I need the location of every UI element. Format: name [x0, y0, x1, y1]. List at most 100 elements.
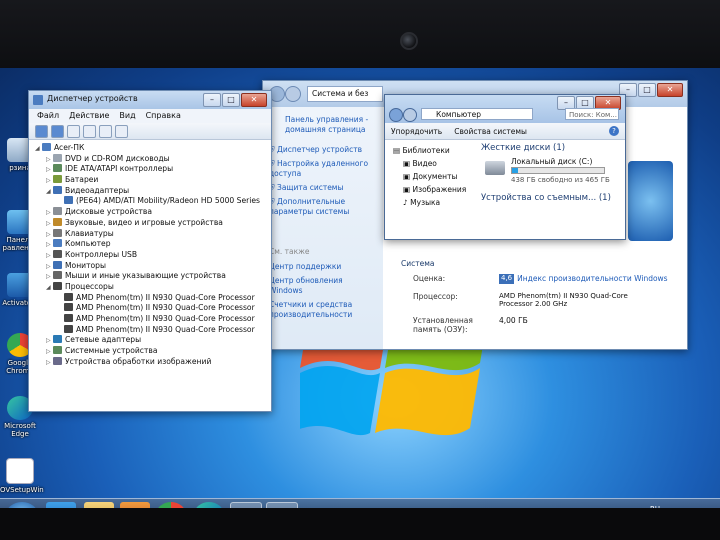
device-tree-row[interactable]: AMD Phenom(tm) II N930 Quad-Core Process…	[35, 314, 267, 325]
cpu-icon	[64, 324, 73, 333]
support-center-link[interactable]: Центр поддержки	[269, 262, 377, 272]
expand-toggle-icon[interactable]: ▷	[46, 358, 53, 369]
cpu-icon	[53, 281, 62, 290]
device-tree-row[interactable]: ▷ Компьютер	[35, 239, 267, 250]
drive-c[interactable]: Локальный диск (C:) 438 ГБ свободно из 4…	[481, 157, 617, 187]
device-manager-titlebar: Диспетчер устройств – □ ✕	[29, 91, 271, 109]
cp-remote-link[interactable]: ⛨ Настройка удаленного доступа	[269, 159, 377, 179]
nav-label: Музыка	[410, 198, 441, 207]
cp-protection-link[interactable]: ⛨ Защита системы	[269, 183, 377, 193]
device-label: Мыши и иные указывающие устройства	[65, 271, 226, 281]
monitor-bezel	[0, 0, 720, 70]
device-label: Компьютер	[65, 239, 111, 249]
device-label: Клавиатуры	[65, 228, 114, 238]
properties-icon[interactable]	[99, 124, 112, 138]
windows-update-link[interactable]: Центр обновления Windows	[269, 276, 377, 296]
address-text: Компьютер	[436, 110, 481, 119]
memory-row: Установленная память (ОЗУ): 4,00 ГБ	[401, 316, 681, 334]
device-label: Видеоадаптеры	[65, 185, 130, 195]
device-label: AMD Phenom(tm) II N930 Quad-Core Process…	[76, 314, 255, 323]
window-title: Диспетчер устройств	[47, 94, 138, 103]
device-label: Звуковые, видео и игровые устройства	[65, 217, 223, 227]
address-bar[interactable]: Компьютер	[421, 108, 533, 120]
device-tree-row[interactable]: ▷ Клавиатуры	[35, 228, 267, 240]
row-label: Установленная память (ОЗУ):	[413, 316, 473, 334]
menu-bar: Файл Действие Вид Справка	[29, 109, 271, 123]
nav-video[interactable]: ▣ Видео	[393, 157, 475, 170]
help-icon[interactable]: ?	[609, 126, 619, 136]
system-properties-button[interactable]: Свойства системы	[454, 127, 527, 136]
menu-view[interactable]: Вид	[119, 109, 135, 123]
device-manager-window: Диспетчер устройств – □ ✕ Файл Действие …	[28, 90, 272, 412]
device-tree-row[interactable]: ▷ Контроллеры USB	[35, 249, 267, 261]
device-tree-row[interactable]: ◢ Acer-ПК	[35, 143, 267, 154]
menu-action[interactable]: Действие	[69, 109, 109, 123]
see-also-heading: См. также	[269, 247, 310, 256]
network-icon	[53, 335, 62, 344]
maximize-button[interactable]: □	[222, 93, 240, 107]
window-controls: – □ ✕	[203, 93, 267, 107]
device-tree-row[interactable]: ▷ Звуковые, видео и игровые устройства	[35, 217, 267, 229]
device-tree-row[interactable]: AMD Phenom(tm) II N930 Quad-Core Process…	[35, 303, 267, 314]
nav-libraries[interactable]: ▤ Библиотеки	[393, 144, 475, 157]
desktop-icon-ovsetup[interactable]: OVSetupWin	[0, 458, 44, 494]
device-tree-row[interactable]: ▷ DVD и CD-ROM дисководы	[35, 153, 267, 165]
device-tree-row[interactable]: ▷ Устройства обработки изображений	[35, 356, 267, 369]
nav-music[interactable]: ♪ Музыка	[393, 196, 475, 209]
close-button[interactable]: ✕	[657, 83, 683, 97]
scan-icon[interactable]	[115, 124, 128, 138]
device-tree-row[interactable]: ▷ IDE ATA/ATAPI контроллеры	[35, 164, 267, 175]
row-value: 4,00 ГБ	[499, 316, 528, 325]
device-tree-row[interactable]: AMD Phenom(tm) II N930 Quad-Core Process…	[35, 292, 267, 304]
device-tree-row[interactable]: (PE64) AMD/ATI Mobility/Radeon HD 5000 S…	[35, 196, 267, 207]
close-button[interactable]: ✕	[241, 93, 267, 107]
menu-help[interactable]: Справка	[146, 109, 181, 123]
nav-documents[interactable]: ▣ Документы	[393, 170, 475, 183]
forward-button[interactable]	[403, 108, 417, 122]
device-tree-row[interactable]: ◢ Процессоры	[35, 281, 267, 293]
back-arrow-icon[interactable]	[35, 124, 48, 138]
group-removable[interactable]: Устройства со съемным... (1)	[481, 193, 617, 203]
performance-link[interactable]: Счетчики и средства производительности	[269, 300, 377, 320]
device-label: Процессоры	[65, 281, 114, 291]
tree-view-icon[interactable]	[67, 124, 80, 138]
device-tree-row[interactable]: ▷ Батареи	[35, 175, 267, 186]
device-label: AMD Phenom(tm) II N930 Quad-Core Process…	[76, 303, 255, 313]
chip-icon	[53, 346, 62, 355]
nav-pictures[interactable]: ▣ Изображения	[393, 183, 475, 196]
dvd-icon	[53, 153, 62, 162]
cp-advanced-link[interactable]: ⛨ Дополнительные параметры системы	[269, 197, 377, 217]
device-tree-row[interactable]: AMD Phenom(tm) II N930 Quad-Core Process…	[35, 324, 267, 336]
device-label: Системные устройства	[65, 346, 158, 356]
device-label: (PE64) AMD/ATI Mobility/Radeon HD 5000 S…	[76, 196, 260, 206]
organize-button[interactable]: Упорядочить	[391, 127, 442, 136]
help-icon[interactable]	[83, 124, 96, 138]
device-tree-row[interactable]: ▷ Сетевые адаптеры	[35, 335, 267, 346]
device-label: Мониторы	[65, 260, 106, 270]
group-hard-drives[interactable]: Жесткие диски (1)	[481, 143, 617, 153]
device-label: Acer-ПК	[54, 143, 85, 152]
wei-badge: 4,6	[499, 274, 515, 284]
forward-button[interactable]	[285, 86, 301, 102]
minimize-button[interactable]: –	[203, 93, 221, 107]
device-label: IDE ATA/ATAPI контроллеры	[65, 164, 174, 174]
cp-home-link[interactable]: Панель управления - домашняя страница	[269, 115, 377, 135]
wei-link[interactable]: Индекс производительности Windows	[517, 274, 667, 284]
device-tree-row[interactable]: ◢ Видеоадаптеры	[35, 185, 267, 197]
rating-row: Оценка: 4,6 Индекс производительности Wi…	[401, 274, 681, 284]
drive-usage-fill	[512, 168, 518, 173]
desktop: рзина Панель равления Activators Google …	[0, 68, 720, 508]
forward-arrow-icon[interactable]	[51, 124, 64, 138]
search-box[interactable]: Поиск: Ком...	[565, 108, 619, 120]
device-tree-row[interactable]: ▷ Дисковые устройства	[35, 207, 267, 218]
row-label: Оценка:	[413, 274, 446, 283]
menu-file[interactable]: Файл	[37, 109, 59, 123]
device-tree-row[interactable]: ▷ Мыши и иные указывающие устройства	[35, 271, 267, 282]
address-bar[interactable]: Система и без	[307, 86, 383, 102]
device-tree-row[interactable]: ▷ Мониторы	[35, 260, 267, 272]
device-tree-row[interactable]: ▷ Системные устройства	[35, 346, 267, 357]
cp-devmgr-link[interactable]: ⛨ Диспетчер устройств	[269, 145, 377, 155]
back-button[interactable]	[389, 108, 403, 122]
desktop-icon-label: OVSetupWin	[0, 486, 44, 494]
maximize-button[interactable]: □	[638, 83, 656, 97]
